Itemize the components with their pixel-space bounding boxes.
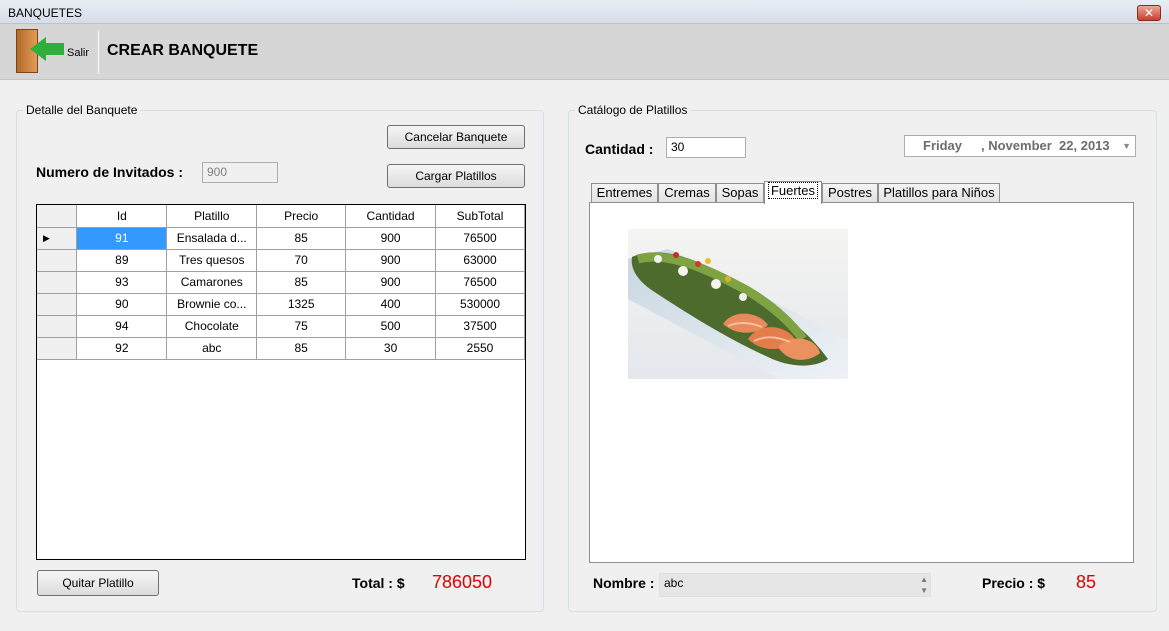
quantity-label: Cantidad :: [585, 141, 654, 157]
title-bar: BANQUETES ✕: [0, 0, 1169, 24]
dish-catalog-legend: Catálogo de Platillos: [575, 103, 691, 117]
tab-fuertes-label: Fuertes: [767, 182, 819, 199]
price-value: 85: [1076, 572, 1097, 592]
toolbar-separator: [98, 30, 99, 74]
cell-cantidad[interactable]: 400: [345, 293, 437, 316]
load-dishes-button[interactable]: Cargar Platillos: [387, 164, 525, 188]
row-header[interactable]: [37, 249, 78, 272]
exit-button-label: Salir: [67, 47, 90, 59]
cell-platillo[interactable]: Camarones: [166, 271, 258, 294]
date-picker[interactable]: Friday , November 22, 2013 ▼: [904, 135, 1136, 157]
table-row[interactable]: 89 Tres quesos 70 900 63000: [37, 249, 525, 272]
cell-platillo[interactable]: Brownie co...: [166, 293, 258, 316]
cell-precio[interactable]: 70: [256, 249, 347, 272]
column-header-precio[interactable]: Precio: [256, 205, 347, 228]
cell-precio[interactable]: 1325: [256, 293, 347, 316]
table-row[interactable]: 92 abc 85 30 2550: [37, 337, 525, 360]
table-row[interactable]: ▶ 91 Ensalada d... 85 900 76500: [37, 227, 525, 250]
cell-platillo[interactable]: Tres quesos: [166, 249, 258, 272]
dishes-grid[interactable]: Id Platillo Precio Cantidad SubTotal ▶ 9…: [36, 204, 526, 560]
tab-postres[interactable]: Postres: [822, 183, 878, 203]
name-field[interactable]: abc ▲ ▼: [659, 573, 931, 597]
cell-id[interactable]: 89: [76, 249, 168, 272]
dish-photo[interactable]: [628, 229, 848, 379]
cell-id[interactable]: 90: [76, 293, 168, 316]
cell-subtotal[interactable]: 76500: [435, 271, 525, 294]
cell-cantidad[interactable]: 900: [345, 227, 437, 250]
toolbar: Salir CREAR BANQUETE: [0, 24, 1169, 80]
cell-cantidad[interactable]: 30: [345, 337, 437, 360]
column-header-id[interactable]: Id: [76, 205, 168, 228]
total-value: 786050: [432, 572, 493, 592]
cell-subtotal[interactable]: 37500: [435, 315, 525, 338]
row-header[interactable]: [37, 337, 78, 360]
guests-field[interactable]: 900: [202, 162, 278, 183]
tab-sopas[interactable]: Sopas: [716, 183, 764, 203]
tab-entremes[interactable]: Entremes: [591, 183, 658, 203]
total-label: Total : $: [352, 575, 405, 591]
cell-platillo[interactable]: Ensalada d...: [166, 227, 258, 250]
price-label: Precio : $: [982, 575, 1046, 591]
cell-id[interactable]: 91: [76, 227, 168, 250]
remove-dish-button[interactable]: Quitar Platillo: [37, 570, 159, 596]
table-row[interactable]: 94 Chocolate 75 500 37500: [37, 315, 525, 338]
cell-subtotal[interactable]: 76500: [435, 227, 525, 250]
banquet-detail-legend: Detalle del Banquete: [23, 103, 141, 117]
cell-id[interactable]: 93: [76, 271, 168, 294]
cell-precio[interactable]: 85: [256, 227, 347, 250]
grid-header-row: Id Platillo Precio Cantidad SubTotal: [37, 205, 525, 228]
close-button[interactable]: ✕: [1137, 5, 1161, 21]
tab-fuertes[interactable]: Fuertes: [764, 181, 822, 204]
name-label: Nombre :: [593, 575, 655, 591]
cell-precio[interactable]: 75: [256, 315, 347, 338]
page-title: CREAR BANQUETE: [107, 42, 259, 59]
date-text: , November 22, 2013: [981, 138, 1110, 153]
column-header-cantidad[interactable]: Cantidad: [345, 205, 437, 228]
quantity-field[interactable]: 30: [666, 137, 746, 158]
column-header-subtotal[interactable]: SubTotal: [435, 205, 525, 228]
cell-precio[interactable]: 85: [256, 271, 347, 294]
table-row[interactable]: 90 Brownie co... 1325 400 530000: [37, 293, 525, 316]
cell-subtotal[interactable]: 63000: [435, 249, 525, 272]
column-header-platillo[interactable]: Platillo: [166, 205, 258, 228]
date-day: Friday: [923, 138, 963, 153]
row-header[interactable]: [37, 315, 78, 338]
current-row-marker: ▶: [37, 227, 78, 250]
cell-subtotal[interactable]: 530000: [435, 293, 525, 316]
name-value: abc: [664, 576, 684, 590]
table-row[interactable]: 93 Camarones 85 900 76500: [37, 271, 525, 294]
row-header-corner: [37, 205, 78, 228]
cell-id[interactable]: 94: [76, 315, 168, 338]
row-header[interactable]: [37, 271, 78, 294]
row-header[interactable]: [37, 293, 78, 316]
cell-id[interactable]: 92: [76, 337, 168, 360]
cell-subtotal[interactable]: 2550: [435, 337, 525, 360]
cell-platillo[interactable]: Chocolate: [166, 315, 258, 338]
tab-platillos-para-ninos[interactable]: Platillos para Niños: [878, 183, 1000, 203]
scroll-arrows-icon[interactable]: ▲ ▼: [920, 574, 928, 596]
cell-cantidad[interactable]: 900: [345, 249, 437, 272]
exit-button[interactable]: Salir: [8, 27, 94, 77]
cell-cantidad[interactable]: 900: [345, 271, 437, 294]
cell-cantidad[interactable]: 500: [345, 315, 437, 338]
cell-platillo[interactable]: abc: [166, 337, 258, 360]
tab-cremas[interactable]: Cremas: [658, 183, 716, 203]
cancel-banquet-button[interactable]: Cancelar Banquete: [387, 125, 525, 149]
window-title: BANQUETES: [8, 6, 83, 20]
guests-label: Numero de Invitados :: [36, 164, 184, 180]
cell-precio[interactable]: 85: [256, 337, 347, 360]
chevron-down-icon[interactable]: ▼: [1122, 136, 1131, 156]
